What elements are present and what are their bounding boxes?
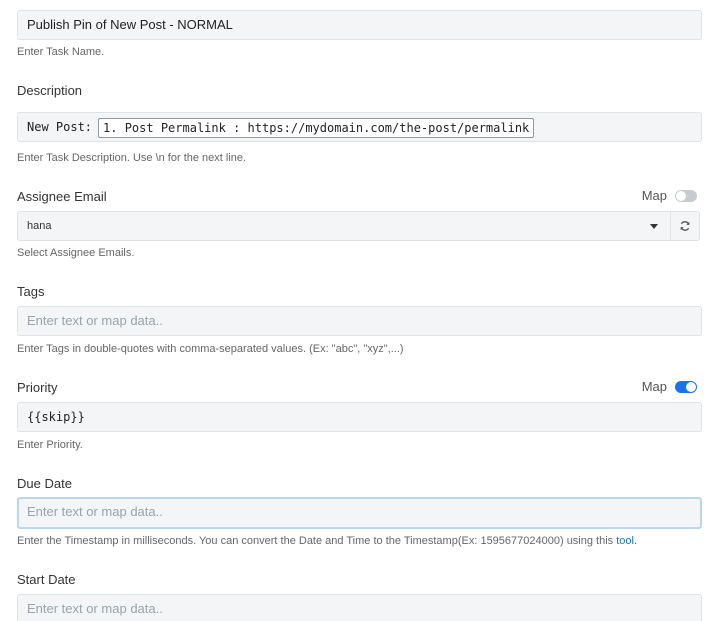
- priority-label: Priority: [17, 380, 58, 395]
- due-date-input[interactable]: Enter text or map data..: [17, 497, 702, 529]
- refresh-button[interactable]: [671, 211, 700, 241]
- refresh-icon: [680, 221, 690, 231]
- description-prefix: New Post:: [27, 120, 93, 134]
- description-input[interactable]: New Post: 1. Post Permalink : https://myd…: [17, 112, 702, 142]
- timestamp-tool-link[interactable]: tool: [616, 535, 634, 547]
- task-name-input[interactable]: Publish Pin of New Post - NORMAL: [17, 10, 702, 40]
- mapped-field-chip[interactable]: 1. Post Permalink : https://mydomain.com…: [98, 117, 535, 138]
- tags-help: Enter Tags in double-quotes with comma-s…: [17, 343, 404, 355]
- tags-placeholder: Enter text or map data..: [27, 313, 163, 328]
- tags-label: Tags: [17, 284, 45, 299]
- description-label: Description: [17, 83, 83, 98]
- assignee-map-label: Map: [641, 188, 667, 203]
- chevron-down-icon: [650, 224, 658, 229]
- tags-input[interactable]: Enter text or map data..: [17, 306, 702, 336]
- due-date-help: Enter the Timestamp in milliseconds. You…: [17, 535, 637, 547]
- task-name-help: Enter Task Name.: [17, 46, 105, 58]
- assignee-map-toggle[interactable]: [675, 189, 697, 202]
- start-date-placeholder: Enter text or map data..: [27, 601, 163, 616]
- due-date-label: Due Date: [17, 476, 72, 491]
- description-help: Enter Task Description. Use \n for the n…: [17, 152, 247, 164]
- priority-map-toggle-group: Map: [642, 379, 697, 394]
- start-date-input[interactable]: Enter text or map data..: [17, 594, 702, 621]
- assignee-help: Select Assignee Emails.: [17, 247, 135, 259]
- priority-map-label: Map: [641, 379, 667, 394]
- assignee-map-toggle-group: Map: [642, 188, 697, 203]
- assignee-label: Assignee Email: [17, 189, 107, 204]
- due-date-help-end: .: [633, 535, 638, 547]
- due-date-help-text: Enter the Timestamp in milliseconds. You…: [17, 535, 617, 547]
- task-name-value: Publish Pin of New Post - NORMAL: [27, 17, 233, 32]
- assignee-value: hana: [27, 220, 52, 232]
- priority-map-toggle[interactable]: [675, 380, 697, 393]
- priority-input[interactable]: {{skip}}: [17, 402, 702, 432]
- priority-help: Enter Priority.: [17, 439, 83, 451]
- assignee-select[interactable]: hana: [17, 211, 671, 241]
- priority-value: {{skip}}: [27, 410, 85, 424]
- start-date-label: Start Date: [17, 572, 76, 587]
- due-date-placeholder: Enter text or map data..: [27, 504, 163, 519]
